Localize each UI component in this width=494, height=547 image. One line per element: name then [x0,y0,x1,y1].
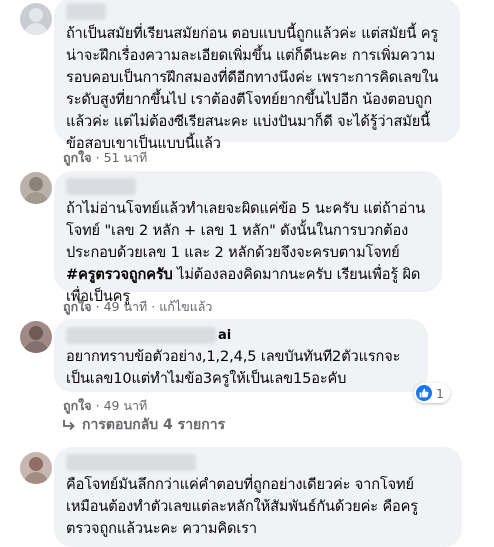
avatar[interactable] [20,3,52,35]
avatar[interactable] [20,172,52,204]
separator-dot: · [95,299,100,314]
comment-text: ถ้าไม่อ่านโจทย์แล้วทำเลยจะผิดแค่ข้อ 5 นะ… [66,198,430,308]
like-link[interactable]: ถูกใจ [63,150,92,165]
replies-label: การตอบกลับ 4 รายการ [82,417,226,433]
comment-text-part: ถ้าไม่อ่านโจทย์แล้วทำเลยจะผิดแค่ข้อ 5 นะ… [66,200,426,261]
view-replies-link[interactable]: การตอบกลับ 4 รายการ [62,414,225,436]
author-name-blurred[interactable] [66,178,136,195]
like-link[interactable]: ถูกใจ [63,299,92,314]
comment-actions: ถูกใจ · 49 นาที · แก้ไขแล้ว [63,297,212,317]
hashtag-link[interactable]: #ครูตรวจถูกครับ [66,266,173,283]
author-row: ai [66,326,416,344]
reply-arrow-icon [63,420,75,431]
like-link[interactable]: ถูกใจ [63,398,92,413]
avatar[interactable] [20,452,52,484]
comment-text: ถ้าเป็นสมัยที่เรียนสมัยก่อน ตอบแบบนี้ถูก… [66,25,439,152]
comment-bubble: คือโจทย์มันลึกกว่าแค่คำตอบที่ถูกอย่างเดี… [54,447,462,547]
comment-actions: ถูกใจ · 51 นาที [63,148,147,168]
like-reaction-icon [416,385,432,401]
timestamp[interactable]: 51 นาที [104,150,148,165]
separator-dot: · [95,150,100,165]
comment-actions: ถูกใจ · 49 นาที [63,396,147,416]
timestamp[interactable]: 49 นาที [104,398,148,413]
author-name-blurred[interactable] [66,3,106,20]
reaction-summary[interactable]: 1 [414,383,450,403]
comment-text: อยากทราบข้อตัวอย่าง,1,2,4,5 เลขบันทันที2… [66,348,401,387]
comment-bubble: ถ้าเป็นสมัยที่เรียนสมัยก่อน ตอบแบบนี้ถูก… [54,0,460,152]
timestamp[interactable]: 49 นาที [104,299,148,314]
author-name-blurred[interactable] [66,326,216,344]
author-name-blurred[interactable] [66,454,196,471]
author-name-suffix: ai [218,327,232,343]
comment-bubble: ai อยากทราบข้อตัวอย่าง,1,2,4,5 เลขบันทัน… [54,319,428,392]
separator-dot: · [151,299,156,314]
avatar[interactable] [20,321,52,353]
separator-dot: · [95,398,100,413]
edited-label[interactable]: แก้ไขแล้ว [159,299,212,314]
comment-bubble: ถ้าไม่อ่านโจทย์แล้วทำเลยจะผิดแค่ข้อ 5 นะ… [54,171,442,305]
comment-text: คือโจทย์มันลึกกว่าแค่คำตอบที่ถูกอย่างเดี… [66,476,418,537]
reaction-count: 1 [436,385,444,401]
